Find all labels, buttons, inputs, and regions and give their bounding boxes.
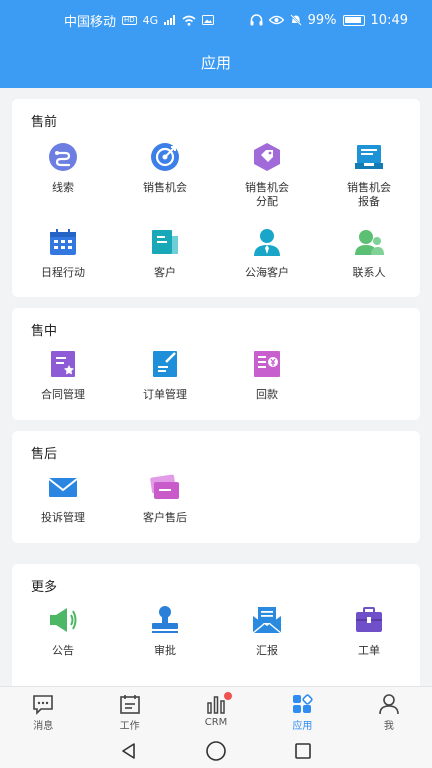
envelope-icon [252,607,282,634]
app-label: 回款 [256,388,278,401]
app-label: 销售机会 分配 [245,181,289,208]
app-label: 公海客户 [245,266,289,279]
briefcase-icon [356,607,382,632]
apps-icon [293,694,314,713]
tab-work[interactable]: 工作 [86,687,172,734]
public-customer-icon [254,229,280,256]
section-more: 更多 公告 审批 汇报 工单 [12,564,420,686]
recents-icon[interactable] [293,741,313,761]
section-title: 售中 [31,324,58,339]
battery-icon [342,14,365,26]
app-customer[interactable]: 客户 [114,226,216,280]
section-presales: 售前 线索 销售机会 销售机会 分配 销售机会 报备 日程行动 客户 公海客户 [12,99,420,297]
signal-icon [164,15,176,25]
contract-icon [51,351,75,377]
tab-label: 工作 [119,721,140,732]
app-label: 销售机会 报备 [347,181,391,208]
card-icon [150,474,179,499]
app-label: 联系人 [352,266,386,279]
tab-me[interactable]: 我 [346,687,432,734]
app-label: 公告 [52,644,74,657]
app-label: 审批 [154,644,176,657]
app-label: 合同管理 [41,388,85,401]
customer-icon [152,230,178,254]
headphones-icon [250,14,263,26]
eye-icon [268,15,284,25]
section-title: 售后 [31,447,58,462]
app-schedule[interactable]: 日程行动 [12,226,114,280]
message-icon [33,695,54,715]
calendar-icon [50,229,76,255]
tab-label: 应用 [292,721,313,732]
app-announcement[interactable]: 公告 [12,604,114,658]
back-icon[interactable] [119,741,139,761]
app-payment[interactable]: 回款 [216,348,318,402]
app-label: 汇报 [256,644,278,657]
app-order[interactable]: 订单管理 [114,348,216,402]
status-bar: 中国移动 HD 4G 99% 10:49 [0,0,432,40]
clock: 10:49 [370,12,408,28]
app-contract[interactable]: 合同管理 [12,348,114,402]
app-label: 投诉管理 [41,511,85,524]
section-in-sales: 售中 合同管理 订单管理 回款 [12,308,420,420]
app-label: 工单 [358,644,380,657]
clue-icon [49,143,77,171]
app-customer-after-sales[interactable]: 客户售后 [114,471,216,525]
app-complaint[interactable]: 投诉管理 [12,471,114,525]
report-box-icon [355,145,383,169]
bottom-tab-bar: 消息 工作 CRM 应用 我 [0,686,432,734]
carrier-text: 中国移动 [64,14,117,30]
order-icon [153,351,177,377]
app-opportunity-report[interactable]: 销售机会 报备 [318,141,420,209]
app-clue[interactable]: 线索 [12,141,114,195]
contacts-icon [355,230,384,255]
app-label: 订单管理 [143,388,187,401]
wifi-icon [182,15,196,26]
app-public-customer[interactable]: 公海客户 [216,226,318,280]
profile-icon [379,694,399,715]
stamp-icon [152,606,178,633]
section-title: 更多 [31,580,58,595]
payment-icon [254,351,280,377]
hd-icon: HD [122,15,137,25]
tab-apps[interactable]: 应用 [259,687,345,734]
tab-label: 我 [383,721,394,732]
tab-label: CRM [204,717,228,728]
notification-badge [224,692,233,700]
home-icon[interactable] [205,740,227,762]
app-sales-opportunity[interactable]: 销售机会 [114,141,216,195]
app-work-order[interactable]: 工单 [318,604,420,658]
apps-scroll-area[interactable]: 售前 线索 销售机会 销售机会 分配 销售机会 报备 日程行动 客户 公海客户 [0,88,432,686]
app-approval[interactable]: 审批 [114,604,216,658]
mute-icon [289,14,302,26]
network-text: 4G [142,13,159,27]
tab-crm[interactable]: CRM [173,687,259,734]
app-report[interactable]: 汇报 [216,604,318,658]
system-nav-bar [0,734,432,768]
app-label: 客户 [154,266,176,279]
tab-messages[interactable]: 消息 [0,687,86,734]
megaphone-icon [50,608,77,632]
tab-label: 消息 [33,721,54,732]
section-after-sales: 售后 投诉管理 客户售后 [12,431,420,543]
app-header: 中国移动 HD 4G 99% 10:49 应用 [0,0,432,88]
app-label: 线索 [52,181,74,194]
image-notification-icon [202,15,215,25]
mail-icon [48,478,78,497]
tag-icon [254,143,280,171]
app-label: 日程行动 [41,266,85,279]
page-title: 应用 [200,54,231,72]
target-icon [151,143,179,171]
work-icon [119,695,140,714]
app-contacts[interactable]: 联系人 [318,226,420,280]
app-label: 销售机会 [143,181,187,194]
battery-percent: 99% [307,12,337,28]
section-title: 售前 [31,115,58,130]
app-opportunity-assign[interactable]: 销售机会 分配 [216,141,318,209]
app-label: 客户售后 [143,511,187,524]
